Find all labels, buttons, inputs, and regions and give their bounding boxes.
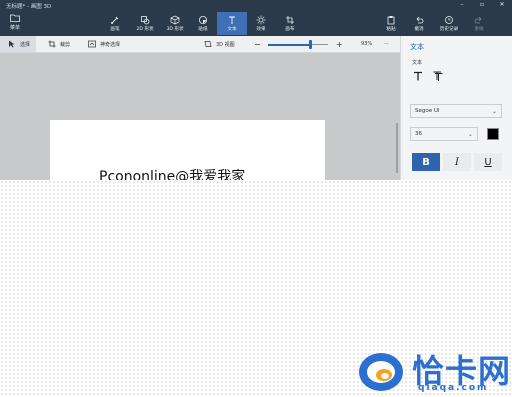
- view-3d-icon: [204, 41, 212, 47]
- close-icon: ✕: [499, 1, 505, 8]
- history-icon: [445, 16, 453, 24]
- zoom-slider-thumb[interactable]: [308, 40, 312, 49]
- folder-icon: [10, 14, 20, 22]
- cursor-icon: [9, 40, 15, 48]
- tool-3d-shapes[interactable]: 3D 形状: [160, 12, 190, 35]
- font-family-value: Segoe UI: [415, 108, 440, 114]
- tool-effects[interactable]: 效果: [246, 12, 276, 35]
- more-icon: ···: [384, 41, 389, 47]
- brush-icon: [111, 16, 119, 24]
- paste-button[interactable]: 粘贴: [376, 12, 406, 35]
- panel-title: 文本: [410, 43, 424, 51]
- watermark-url: qiaqa.com: [418, 383, 489, 393]
- workspace: Pcononline@我爱我家: [0, 53, 400, 235]
- action-label: 撤消: [414, 27, 424, 32]
- view-3d-label: 3D 视图: [216, 41, 235, 48]
- minimize-icon: –: [460, 1, 464, 8]
- maximize-button[interactable]: ▫: [472, 0, 492, 9]
- stickers-icon: [199, 16, 207, 24]
- view-3d-button[interactable]: 3D 视图: [204, 36, 235, 52]
- undo-button[interactable]: 撤消: [404, 12, 434, 35]
- font-size-dropdown[interactable]: 36 ⌄: [410, 127, 478, 141]
- sub-toolbar: 选择 裁剪 神奇选择 3D 视图 − + 93% ···: [0, 36, 400, 53]
- effects-icon: [256, 15, 266, 25]
- tool-label: 效果: [256, 27, 266, 32]
- action-label: 粘贴: [386, 27, 396, 32]
- text-3d-icon: [433, 71, 443, 81]
- redo-icon: [474, 16, 482, 24]
- redo-button[interactable]: 重做: [464, 12, 494, 35]
- shapes-2d-icon: [141, 16, 150, 25]
- shapes-3d-icon: [170, 15, 180, 25]
- menu-button[interactable]: 菜单: [0, 9, 30, 36]
- tool-label: 3D 形状: [166, 27, 184, 32]
- text-icon: [229, 16, 235, 24]
- tool-label: 文本: [227, 27, 237, 32]
- tool-label: 画笔: [110, 27, 120, 32]
- select-button[interactable]: 选择: [0, 36, 37, 52]
- crop-label: 裁剪: [60, 41, 71, 48]
- history-button[interactable]: 历史记录: [434, 12, 464, 35]
- more-button[interactable]: ···: [384, 36, 389, 52]
- action-label: 重做: [474, 27, 484, 32]
- zoom-percent: 93%: [361, 41, 373, 47]
- crop-button[interactable]: 裁剪: [48, 36, 70, 52]
- zoom-slider-fill: [268, 43, 310, 46]
- minus-icon: −: [254, 39, 261, 49]
- ribbon: 无标题* - 画图 3D – ▫ ✕ 菜单 画笔 2D 形状 3D 形状 贴纸 …: [0, 0, 512, 36]
- crop-icon: [48, 40, 56, 48]
- select-label: 选择: [20, 41, 31, 48]
- text-2d-button[interactable]: [411, 69, 425, 83]
- underline-button[interactable]: U: [474, 153, 502, 171]
- panel-subtitle: 文本: [412, 60, 423, 66]
- zoom-out-button[interactable]: −: [254, 36, 261, 52]
- watermark-logo: [359, 353, 403, 391]
- font-size-value: 36: [415, 131, 422, 137]
- tool-2d-shapes[interactable]: 2D 形状: [130, 12, 160, 35]
- magic-select-icon: [88, 40, 96, 48]
- tool-text[interactable]: 文本: [217, 12, 247, 35]
- chevron-down-icon: ⌄: [491, 108, 497, 115]
- magic-select-label: 神奇选择: [100, 41, 121, 48]
- zoom-in-button[interactable]: +: [336, 36, 343, 52]
- action-label: 历史记录: [439, 27, 459, 32]
- paste-icon: [387, 16, 395, 25]
- text-2d-icon: [414, 71, 422, 81]
- tool-label: 2D 形状: [136, 27, 154, 32]
- maximize-icon: ▫: [479, 1, 485, 8]
- undo-icon: [416, 16, 424, 24]
- tool-label: 贴纸: [198, 27, 208, 32]
- canvas-icon: [286, 16, 294, 24]
- minimize-button[interactable]: –: [452, 0, 472, 9]
- chevron-down-icon: ⌄: [467, 131, 473, 138]
- plus-icon: +: [336, 39, 343, 49]
- tool-stickers[interactable]: 贴纸: [188, 12, 218, 35]
- font-family-dropdown[interactable]: Segoe UI ⌄: [410, 104, 502, 118]
- vertical-scrollbar[interactable]: [396, 123, 398, 173]
- text-color-swatch[interactable]: [487, 128, 499, 140]
- menu-label: 菜单: [9, 25, 20, 31]
- tool-label: 画布: [285, 27, 295, 32]
- text-3d-button[interactable]: [431, 69, 445, 83]
- close-button[interactable]: ✕: [492, 0, 512, 9]
- magic-select-button[interactable]: 神奇选择: [88, 36, 120, 52]
- bold-button[interactable]: B: [412, 153, 440, 171]
- zoom-value: 93%: [361, 36, 372, 52]
- tool-brushes[interactable]: 画笔: [100, 12, 130, 35]
- italic-button[interactable]: I: [443, 153, 471, 171]
- text-panel: 文本 文本 Segoe UI ⌄ 36 ⌄ B I U: [400, 36, 512, 180]
- zoom-slider[interactable]: [268, 40, 328, 49]
- tool-canvas[interactable]: 画布: [275, 12, 305, 35]
